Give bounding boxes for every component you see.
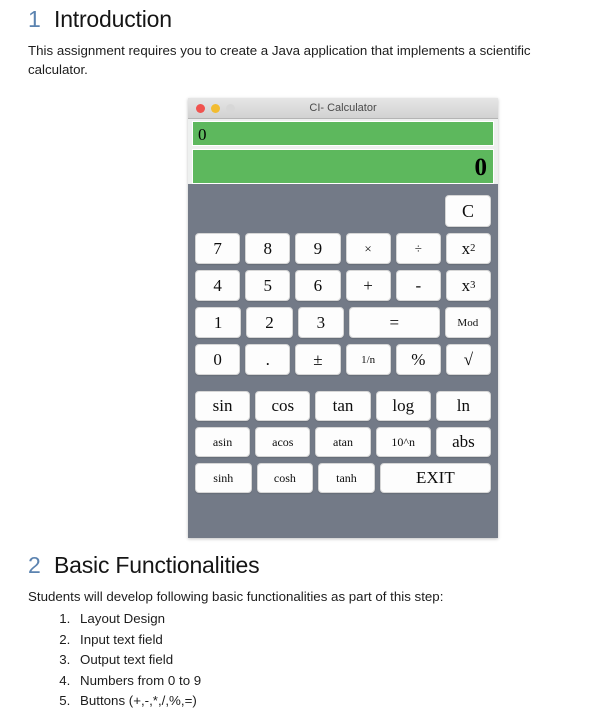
document-body: 1 Introduction This assignment requires … <box>0 0 606 79</box>
scientific-row-1: sin cos tan log ln <box>195 391 492 421</box>
ten-power-n-button[interactable]: 10^n <box>375 427 431 457</box>
x-cubed-base: x <box>461 275 471 295</box>
ln-button[interactable]: ln <box>435 391 492 421</box>
keypad: C 7 8 9 × ÷ x2 4 5 6 + - x3 1 2 3 = Mod … <box>188 187 498 493</box>
acos-button[interactable]: acos <box>255 427 311 457</box>
list-item: Layout Design <box>74 609 578 630</box>
digit-6-button[interactable]: 6 <box>295 270 341 301</box>
tanh-button[interactable]: tanh <box>318 463 375 493</box>
section-1-paragraph: This assignment requires you to create a… <box>28 43 531 77</box>
section-2-container: 2 Basic Functionalities Students will de… <box>0 552 606 712</box>
log-button[interactable]: log <box>375 391 431 421</box>
cosh-button[interactable]: cosh <box>256 463 314 493</box>
calculator-titlebar[interactable]: CI- Calculator <box>188 98 498 119</box>
list-item: Numbers from 0 to 9 <box>74 671 578 692</box>
scientific-row-3: sinh cosh tanh EXIT <box>195 463 491 493</box>
divide-button[interactable]: ÷ <box>395 233 441 264</box>
section-2-title: Basic Functionalities <box>54 552 260 578</box>
digit-5-button[interactable]: 5 <box>245 270 291 301</box>
sinh-button[interactable]: sinh <box>195 463 252 493</box>
digit-3-button[interactable]: 3 <box>297 307 344 338</box>
x-squared-base: x <box>461 238 471 258</box>
digit-1-button[interactable]: 1 <box>195 307 242 338</box>
x-squared-button[interactable]: x2 <box>445 233 492 264</box>
list-item: Input text field <box>74 630 578 651</box>
mod-button[interactable]: Mod <box>444 307 491 338</box>
list-item: Buttons (+,-,*,/,%,=) <box>74 691 578 712</box>
equals-button[interactable]: = <box>348 307 440 338</box>
section-1-heading: 1 Introduction <box>28 0 578 33</box>
digit-4-button[interactable]: 4 <box>195 270 241 301</box>
square-root-button[interactable]: √ <box>445 344 492 375</box>
list-item: Output text field <box>74 650 578 671</box>
section-2-number: 2 <box>28 552 41 578</box>
keypad-row-1: 7 8 9 × ÷ x2 <box>195 233 492 264</box>
keypad-row-3: 1 2 3 = Mod <box>195 307 491 338</box>
decimal-point-button[interactable]: . <box>245 344 291 375</box>
tan-button[interactable]: tan <box>315 391 371 421</box>
digit-9-button[interactable]: 9 <box>295 233 341 264</box>
plus-button[interactable]: + <box>345 270 391 301</box>
keypad-row-clear: C <box>195 195 491 227</box>
clear-button[interactable]: C <box>445 195 491 227</box>
x-cubed-exponent: 3 <box>470 280 476 291</box>
keypad-row-2: 4 5 6 + - x3 <box>195 270 492 301</box>
scientific-row-2: asin acos atan 10^n abs <box>195 427 492 457</box>
x-squared-exponent: 2 <box>470 243 476 254</box>
output-display[interactable]: 0 <box>192 149 494 184</box>
percent-button[interactable]: % <box>395 344 441 375</box>
section-1-title: Introduction <box>54 6 172 32</box>
calculator-title: CI- Calculator <box>309 102 377 114</box>
x-cubed-button[interactable]: x3 <box>445 270 492 301</box>
exit-button[interactable]: EXIT <box>379 463 491 493</box>
plus-minus-button[interactable]: ± <box>295 344 341 375</box>
abs-button[interactable]: abs <box>435 427 492 457</box>
display-area: 0 0 <box>188 119 498 184</box>
functionalities-list: Layout Design Input text field Output te… <box>28 609 578 712</box>
calculator-window: CI- Calculator 0 0 C 7 8 9 × ÷ x2 4 5 6 … <box>188 98 498 538</box>
section-2-heading: 2 Basic Functionalities <box>28 552 578 579</box>
digit-0-button[interactable]: 0 <box>195 344 241 375</box>
asin-button[interactable]: asin <box>195 427 251 457</box>
multiply-button[interactable]: × <box>345 233 391 264</box>
sin-button[interactable]: sin <box>195 391 251 421</box>
section-2-paragraph: Students will develop following basic fu… <box>28 589 444 604</box>
digit-7-button[interactable]: 7 <box>195 233 241 264</box>
input-display[interactable]: 0 <box>192 121 494 146</box>
minus-button[interactable]: - <box>395 270 441 301</box>
atan-button[interactable]: atan <box>315 427 371 457</box>
cos-button[interactable]: cos <box>255 391 311 421</box>
reciprocal-button[interactable]: 1/n <box>345 344 391 375</box>
digit-2-button[interactable]: 2 <box>246 307 293 338</box>
keypad-row-4: 0 . ± 1/n % √ <box>195 344 492 375</box>
section-1-number: 1 <box>28 6 41 32</box>
digit-8-button[interactable]: 8 <box>245 233 291 264</box>
